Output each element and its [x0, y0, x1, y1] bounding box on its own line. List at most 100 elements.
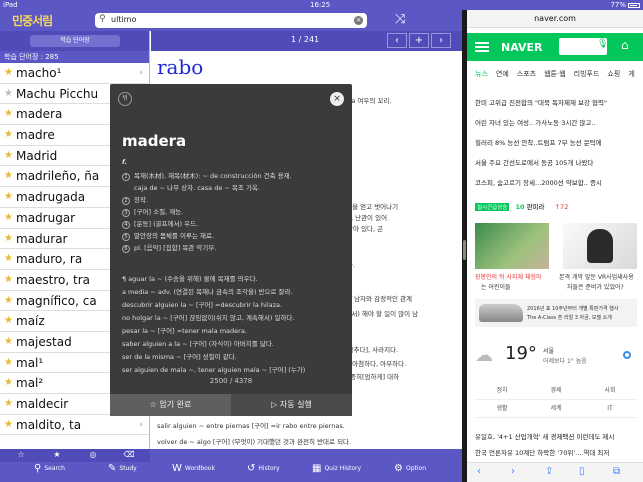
back-icon[interactable]: ‹	[477, 466, 481, 477]
naver-tab[interactable]: 리빙푸드	[574, 65, 600, 83]
popup-close-button[interactable]: ×	[330, 92, 344, 106]
delete-icon[interactable]: ⌫	[116, 450, 142, 460]
autoplay-button[interactable]: ▷ 자동 실행	[231, 394, 352, 416]
star-filled-icon[interactable]: ★	[4, 229, 13, 249]
star-filled-icon[interactable]: ★	[4, 249, 13, 269]
sense-number: 3	[122, 209, 130, 217]
star-filled-icon[interactable]: ★	[4, 104, 13, 124]
tab-search[interactable]: ⚲ Search	[34, 463, 65, 480]
star-filled-icon[interactable]: ★	[4, 270, 13, 290]
star-filled-icon[interactable]: ★	[4, 353, 13, 373]
news-headline[interactable]: 서울 주요 간선도로에서 동공 105개 나왔다	[475, 157, 593, 167]
realtime-badge: 실시간급상승	[475, 203, 510, 211]
clear-icon[interactable]: ×	[354, 16, 363, 25]
word-list-item[interactable]: ★ macho¹ ›	[0, 63, 149, 84]
ad-text: 2016년 표 10주년부터 개별 특판가격 행사	[527, 306, 619, 312]
naver-logo[interactable]: NAVER	[501, 41, 542, 54]
forward-icon[interactable]: ›	[511, 466, 515, 477]
news-headline[interactable]: 한미 고위급 진전합의 "대북 독자제재 보강 협력"	[475, 97, 607, 107]
category-cell[interactable]: 경제	[529, 382, 583, 400]
star-filled-icon[interactable]: ★	[4, 332, 13, 352]
tabs-icon[interactable]: ⧉	[613, 466, 620, 477]
news-headline[interactable]: 코스피, 숨고르기 장세...2000선 약보합.. 증시	[475, 177, 602, 187]
naver-tab[interactable]: 웹툰·웹	[544, 65, 566, 83]
search-box[interactable]: ⚲ ultimo ×	[95, 13, 367, 28]
category-cell[interactable]: 세계	[529, 400, 583, 418]
word-list-item[interactable]: ★ maldito, ta ›	[0, 415, 149, 436]
status-bar: iPad 16:25 77%	[0, 0, 643, 10]
naver-tab[interactable]: 연예	[496, 65, 509, 83]
bottom-news-1[interactable]: 유일호, '4+1 산업개혁' 새 경제팩션 이런데도 제시	[475, 431, 614, 441]
star-filled-icon[interactable]: ★	[4, 125, 13, 145]
category-cell[interactable]: 사회	[583, 382, 637, 400]
star-filled-icon[interactable]: ★	[4, 146, 13, 166]
realtime-term: 판피라	[526, 203, 545, 211]
chevron-right-icon: ›	[139, 68, 143, 78]
bottom-news-2[interactable]: 한국 언론자유 10계단 하락한 '70위'....역대 최저	[475, 447, 609, 457]
star-filled-icon[interactable]: ★	[4, 311, 13, 331]
memorize-button[interactable]: ☆ 암기 완료	[110, 394, 231, 416]
popup-back-button[interactable]: 뒤	[118, 92, 132, 106]
device-label: iPad	[3, 1, 18, 9]
idiom-line: pesar la ~ [구어] =tener mala madera.	[122, 327, 247, 335]
sense-line: 6 pl. [음악] [집합] 목관 악기부.	[122, 242, 216, 253]
news-image-2[interactable]	[563, 223, 637, 269]
menu-icon[interactable]	[475, 42, 489, 52]
entry-header: 1 / 241 ‹ + ›	[151, 31, 462, 51]
quiz-icon[interactable]: ◎	[80, 450, 106, 460]
prev-entry-button[interactable]: ‹	[387, 33, 407, 48]
weather-refresh-icon[interactable]	[623, 351, 631, 359]
naver-tab[interactable]: 스포츠	[517, 65, 536, 83]
category-cell[interactable]: 생활	[475, 400, 529, 418]
star-filled-icon[interactable]: ★	[4, 415, 13, 435]
news-headline[interactable]: 어린 자녀 있는 여성.. 가사노동 3시간 많고..	[475, 117, 595, 127]
tab-history[interactable]: ↺ History	[247, 463, 280, 480]
caption-2a[interactable]: 본격 개막 앞둔 VR사업새사용	[559, 272, 634, 281]
idiom-line: no holgar la ~ [구어] 끊임없이(쉬지 않고, 계속해서) 일하…	[122, 314, 295, 322]
word-label: maestro, tra	[16, 272, 91, 287]
mic-icon[interactable]: 🎙	[597, 39, 608, 49]
star-filled-icon[interactable]: ★	[4, 63, 13, 83]
tab-quiz-history[interactable]: ▦ Quiz History	[312, 463, 361, 480]
naver-tab[interactable]: 게	[628, 65, 634, 83]
play-icon: ▷	[271, 400, 280, 409]
category-cell[interactable]: 정치	[475, 382, 529, 400]
weather-widget[interactable]: ☁ 19° 서울 어제보다 1° 높음	[475, 343, 643, 373]
news-image-1[interactable]	[475, 223, 549, 269]
caption-1a[interactable]: 장봉인의 뒤 사지체 체험하	[475, 272, 541, 281]
star-filter-icon[interactable]: ☆	[8, 450, 34, 460]
star-filled-icon[interactable]: ★	[4, 166, 13, 186]
share-icon[interactable]: ⇪	[545, 466, 553, 477]
shuffle-icon[interactable]: ⤨	[395, 12, 405, 27]
ad-banner[interactable]: 2016년 표 10주년부터 개별 특판가격 행사 The A-Class 흔 …	[475, 299, 637, 327]
star-filled-icon[interactable]: ★	[4, 373, 13, 393]
category-cell[interactable]: IT	[583, 400, 637, 418]
search-input[interactable]: ultimo	[111, 15, 136, 24]
caption-1b[interactable]: 는 어린이들	[481, 282, 511, 291]
safari-naver: naver.com NAVER 🎙 ⌂ 뉴스 연예 스포츠 웹툰·웹 리빙푸드 쇼핑 게 한…	[467, 10, 643, 482]
tab-option[interactable]: ⚙ Option	[394, 463, 426, 480]
naver-tab[interactable]: 쇼핑	[607, 65, 620, 83]
naver-tab[interactable]: 뉴스	[475, 65, 488, 83]
home-icon[interactable]: ⌂	[621, 38, 637, 54]
star-filled-filter-icon[interactable]: ★	[44, 450, 70, 460]
address-bar[interactable]: naver.com	[467, 10, 643, 28]
idiom-line: ¶ aguar la ~ (수송을 위해) 물에 목재를 띄우다.	[122, 275, 258, 283]
next-entry-button[interactable]: ›	[431, 33, 451, 48]
star-filled-icon[interactable]: ★	[4, 291, 13, 311]
divider-grip[interactable]	[463, 240, 466, 260]
tab-study[interactable]: ✎ Study	[108, 463, 137, 480]
star-filled-icon[interactable]: ★	[4, 187, 13, 207]
news-headline[interactable]: 힐러리 8% 능선 안착..트럼프 7부 능선 문턱에	[475, 137, 602, 147]
realtime-row[interactable]: 실시간급상승 10 판피라 ↑72	[475, 201, 643, 217]
word-label: madrileño, ña	[16, 169, 100, 184]
wordbook-button[interactable]: 학습 단어장	[30, 35, 120, 47]
star-filled-icon[interactable]: ★	[4, 208, 13, 228]
sense-number: 6	[122, 245, 130, 253]
tab-wordbook[interactable]: W Wordbook	[172, 463, 215, 480]
star-filled-icon[interactable]: ★	[4, 394, 13, 414]
add-entry-button[interactable]: +	[409, 33, 429, 48]
caption-2b[interactable]: 자들은 준비가 있었어?	[567, 282, 624, 291]
star-outline-icon[interactable]: ★	[4, 84, 13, 104]
bookmarks-icon[interactable]: ▯	[579, 466, 585, 477]
